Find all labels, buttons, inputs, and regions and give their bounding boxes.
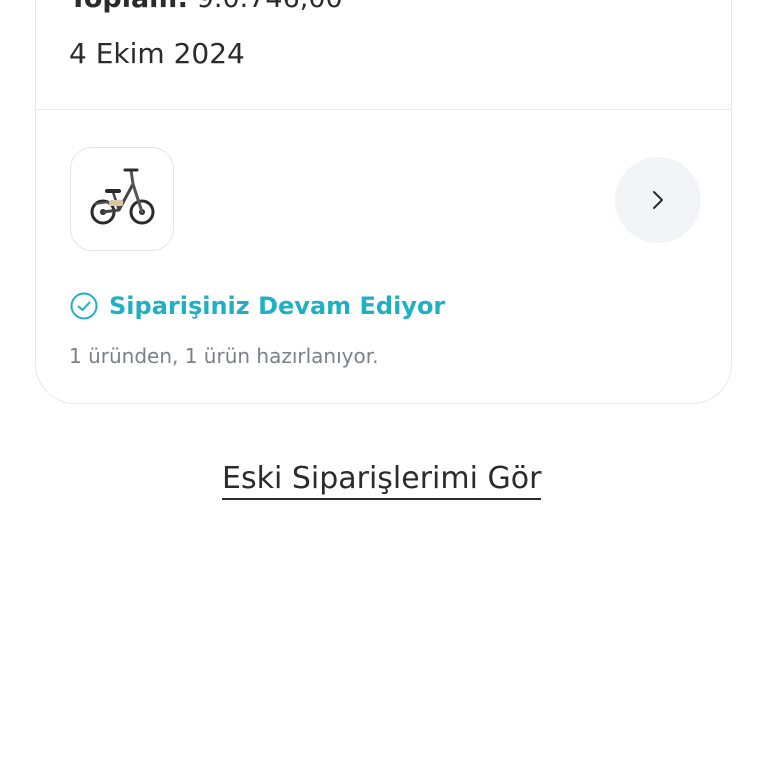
order-status-detail: 1 üründen, 1 ürün hazırlanıyor.	[69, 344, 379, 368]
old-orders-link[interactable]: Eski Siparişlerimi Gör	[222, 462, 542, 500]
chevron-right-icon	[653, 191, 663, 209]
card-divider	[36, 109, 731, 110]
order-detail-button[interactable]	[615, 157, 701, 243]
order-total: Toplam: 9.0.746,00	[69, 0, 343, 14]
order-total-label: Toplam:	[69, 0, 188, 14]
orders-page: Toplam: 9.0.746,00 4 Ekim 2024	[0, 0, 768, 768]
order-status-text: Siparişiniz Devam Ediyor	[109, 292, 446, 320]
folding-electric-bike-image	[90, 168, 155, 225]
order-card[interactable]: Toplam: 9.0.746,00 4 Ekim 2024	[35, 0, 732, 404]
order-status: Siparişiniz Devam Ediyor	[69, 291, 445, 321]
product-thumbnail[interactable]	[70, 147, 174, 251]
order-date: 4 Ekim 2024	[69, 37, 245, 70]
order-total-value: 9.0.746,00	[197, 0, 343, 14]
check-circle-icon	[70, 292, 98, 320]
